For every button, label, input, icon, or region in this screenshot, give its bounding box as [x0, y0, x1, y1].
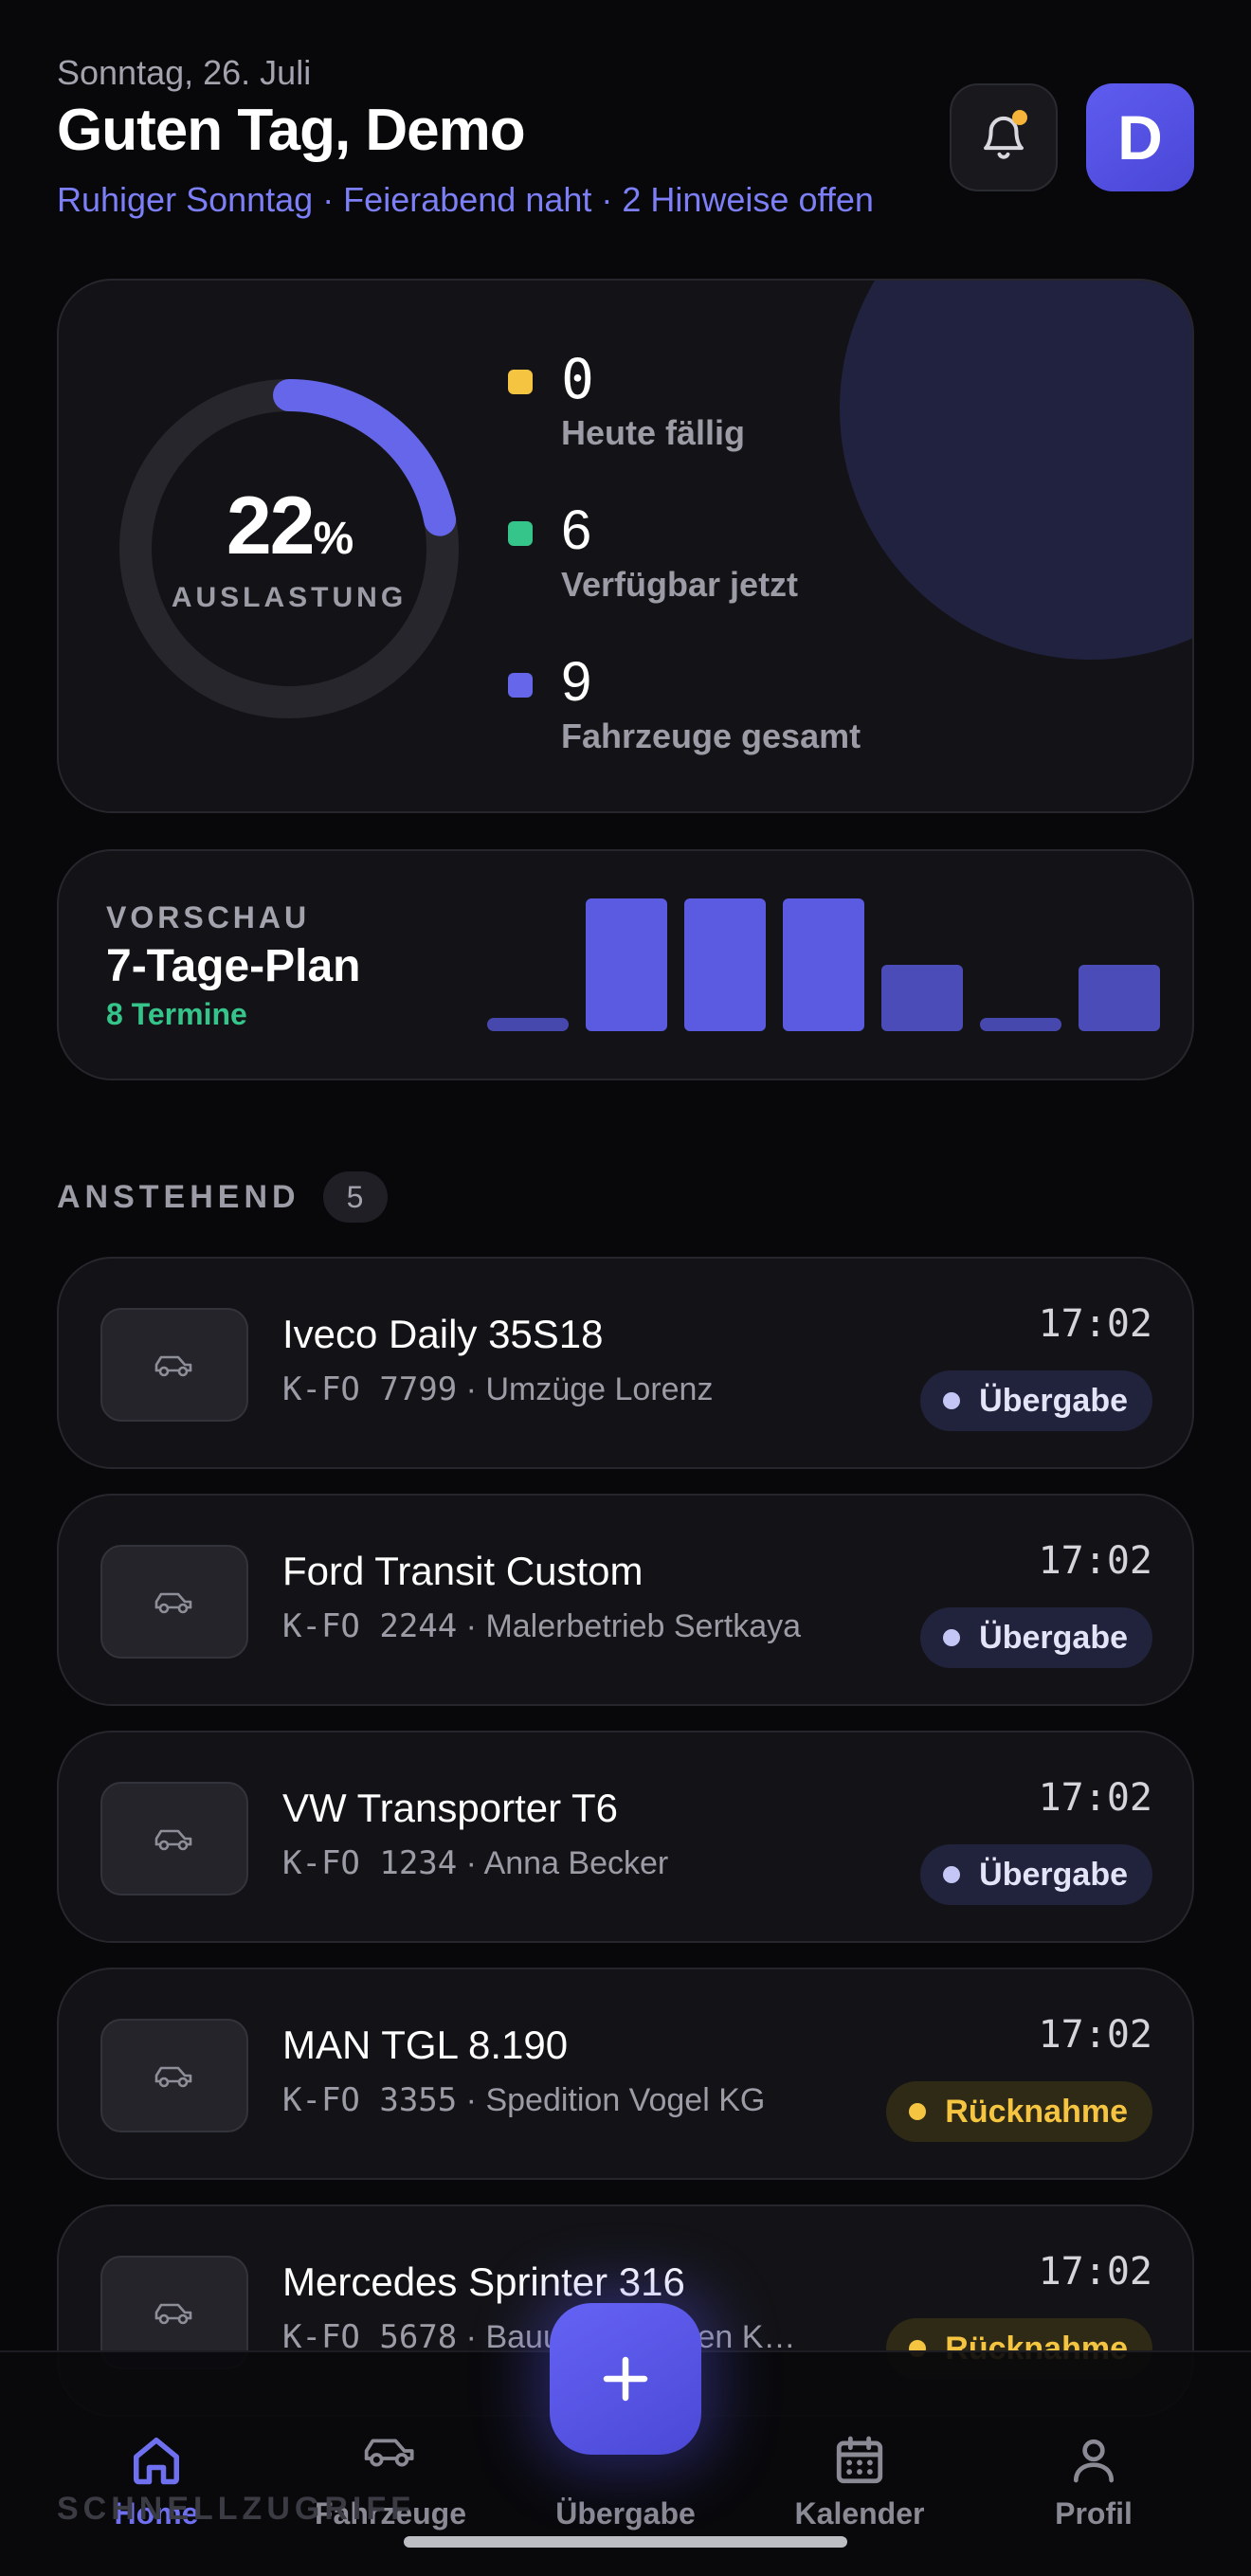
home-indicator — [404, 2536, 847, 2548]
vehicle-name: VW Transporter T6 — [282, 1786, 619, 1830]
stat-label: Heute fällig — [561, 413, 746, 452]
nav-item-profile[interactable]: Profil — [989, 2352, 1198, 2531]
status-badge: Rücknahme — [886, 2081, 1152, 2142]
booking-time: 17:02 — [1038, 1539, 1152, 1583]
nav-label: Kalender — [794, 2496, 925, 2531]
car-icon — [154, 2303, 192, 2325]
vehicle-thumbnail — [100, 1308, 248, 1422]
license-plate: K-FO 2244 — [282, 1607, 458, 1645]
license-plate: K-FO 3355 — [282, 2081, 458, 2119]
booking-time: 17:02 — [1038, 2250, 1152, 2294]
vehicle-thumbnail — [100, 1782, 248, 1896]
license-plate: K-FO 1234 — [282, 1844, 458, 1882]
home-icon — [134, 2438, 179, 2485]
plan-bar-day-1 — [487, 1018, 569, 1031]
header: Sonntag, 26. Juli Guten Tag, Demo Ruhige… — [57, 53, 1194, 224]
stat-value: 6 — [561, 499, 592, 561]
nav-label: Profil — [1055, 2496, 1133, 2531]
status-label: Übergabe — [979, 1619, 1128, 1656]
status-dot — [943, 1629, 961, 1646]
vehicle-name: Iveco Daily 35S18 — [282, 1312, 604, 1356]
utilization-value: 22 — [226, 481, 316, 571]
vehicle-name: Ford Transit Custom — [282, 1549, 644, 1593]
plan-bar-chart — [487, 898, 1160, 1031]
plan-bar-day-7 — [1079, 965, 1160, 1031]
car-icon — [154, 2066, 192, 2088]
status-label: Übergabe — [979, 1856, 1128, 1893]
status-badge: Übergabe — [920, 1370, 1152, 1431]
avatar[interactable]: D — [1086, 83, 1194, 191]
stat-value: 0 — [561, 347, 594, 411]
license-plate: K-FO 7799 — [282, 1370, 458, 1408]
notification-dot — [1012, 110, 1027, 125]
next-section-peek: SCHNELLZUGRIFF — [57, 2491, 415, 2527]
plan-overline: VORSCHAU — [106, 900, 311, 934]
status-dot — [909, 2103, 927, 2120]
booking-detail: K-FO 7799 · Umzüge Lorenz — [282, 1370, 714, 1408]
plan-title: 7-Tage-Plan — [106, 941, 361, 991]
booking-time: 17:02 — [1038, 1776, 1152, 1820]
stat-label: Fahrzeuge gesamt — [561, 717, 861, 755]
booking-detail: K-FO 1234 · Anna Becker — [282, 1844, 669, 1882]
vehicle-name: MAN TGL 8.190 — [282, 2023, 569, 2067]
car-icon — [154, 1592, 192, 1614]
booking-detail: K-FO 2244 · Malerbetrieb Sertkaya — [282, 1607, 802, 1645]
plan-bar-day-6 — [980, 1018, 1061, 1031]
status-dot — [943, 1866, 961, 1883]
section-count-badge: 5 — [322, 1171, 388, 1223]
status-badge: Übergabe — [920, 1607, 1152, 1668]
status-label: Rücknahme — [945, 2093, 1128, 2130]
add-handover-button[interactable] — [550, 2303, 701, 2455]
stat-dot-due — [508, 370, 533, 394]
utilization-card[interactable]: 22% AUSLASTUNG 0 Heute fällig 6 Verfügba… — [57, 279, 1194, 813]
customer-name: Umzüge Lorenz — [485, 1371, 714, 1407]
utilization-percent: 22% — [118, 480, 461, 573]
plan-subtitle: 8 Termine — [106, 997, 247, 1031]
booking-item[interactable]: VW Transporter T6 K-FO 1234 · Anna Becke… — [57, 1731, 1194, 1943]
plan-bar-day-5 — [881, 965, 963, 1031]
section-title: ANSTEHEND — [57, 1178, 300, 1215]
status-badge: Übergabe — [920, 1844, 1152, 1905]
plus-icon — [603, 2356, 648, 2402]
plan-bar-day-4 — [783, 898, 864, 1031]
calendar-icon — [836, 2436, 883, 2484]
vehicle-thumbnail — [100, 2019, 248, 2132]
vehicle-thumbnail — [100, 1545, 248, 1659]
user-icon — [1074, 2439, 1114, 2483]
booking-item[interactable]: MAN TGL 8.190 K-FO 3355 · Spedition Voge… — [57, 1968, 1194, 2180]
seven-day-plan-card[interactable]: VORSCHAU 7-Tage-Plan 8 Termine — [57, 849, 1194, 1080]
car-icon — [364, 2439, 414, 2467]
notifications-button[interactable] — [950, 83, 1058, 191]
utilization-label: AUSLASTUNG — [171, 582, 408, 613]
nav-item-calendar[interactable]: Kalender — [755, 2352, 964, 2531]
upcoming-section-header: ANSTEHEND 5 — [57, 1171, 388, 1223]
booking-item[interactable]: Ford Transit Custom K-FO 2244 · Malerbet… — [57, 1494, 1194, 1706]
customer-name: Malerbetrieb Sertkaya — [485, 1608, 802, 1644]
vehicle-name: Mercedes Sprinter 316 — [282, 2259, 685, 2304]
stat-label: Verfügbar jetzt — [561, 565, 799, 604]
stat-dot-total — [508, 673, 533, 698]
decorative-circle — [840, 281, 1192, 660]
nav-label: Übergabe — [555, 2496, 696, 2531]
utilization-unit: % — [313, 514, 354, 564]
booking-time: 17:02 — [1038, 2013, 1152, 2057]
header-date: Sonntag, 26. Juli — [57, 53, 312, 92]
plan-bar-day-2 — [586, 898, 667, 1031]
booking-item[interactable]: Iveco Daily 35S18 K-FO 7799 · Umzüge Lor… — [57, 1257, 1194, 1469]
booking-detail: K-FO 3355 · Spedition Vogel KG — [282, 2081, 766, 2119]
stat-value: 9 — [561, 651, 592, 713]
header-subline[interactable]: Ruhiger Sonntag · Feierabend naht · 2 Hi… — [57, 180, 874, 220]
booking-time: 17:02 — [1038, 1302, 1152, 1346]
plan-bar-day-3 — [684, 898, 766, 1031]
customer-name: Anna Becker — [483, 1845, 669, 1881]
page-title: Guten Tag, Demo — [57, 98, 526, 163]
car-icon — [154, 1355, 192, 1377]
status-dot — [943, 1392, 961, 1409]
stat-dot-available — [508, 521, 533, 546]
status-label: Übergabe — [979, 1382, 1128, 1419]
utilization-readout: 22% AUSLASTUNG — [118, 377, 461, 720]
car-icon — [154, 1829, 192, 1851]
customer-name: Spedition Vogel KG — [485, 2082, 766, 2118]
